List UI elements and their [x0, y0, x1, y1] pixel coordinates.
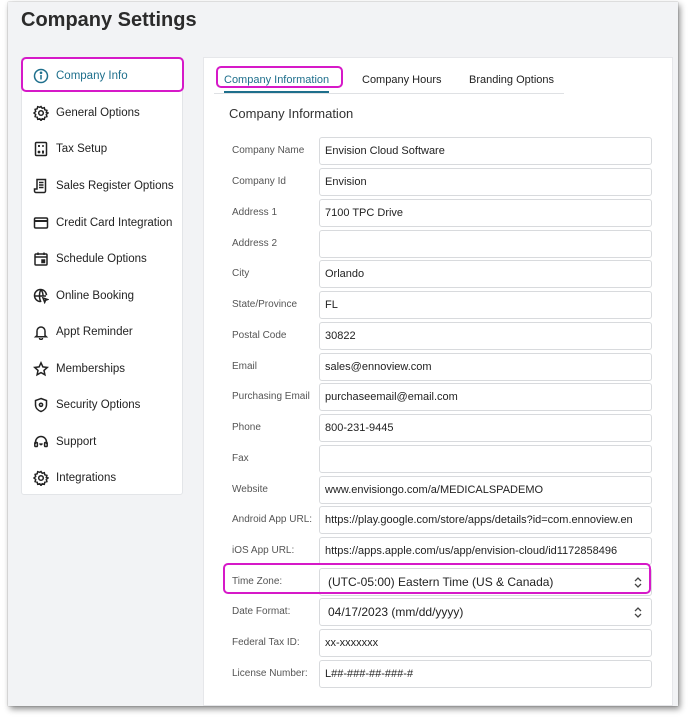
sidebar-item-security-options[interactable]: Security Options — [22, 388, 184, 422]
settings-sidebar: Company Info General Options Tax Setup S… — [21, 57, 183, 495]
tab-company-information[interactable]: Company Information — [224, 68, 330, 93]
sidebar-item-integrations[interactable]: Integrations — [22, 461, 184, 495]
settings-window: Company Settings Company Info General Op… — [8, 2, 678, 706]
address-2-label: Address 2 — [232, 238, 278, 249]
sidebar-item-label: Sales Register Options — [56, 180, 174, 192]
tab-company-hours[interactable]: Company Hours — [362, 68, 441, 93]
address-1-label: Address 1 — [232, 207, 278, 218]
credit-card-icon — [32, 214, 50, 232]
company-name-label: Company Name — [232, 145, 305, 156]
chevron-up-down-icon — [634, 576, 642, 589]
state-label: State/Province — [232, 299, 298, 310]
star-icon — [32, 360, 50, 378]
sidebar-item-general-options[interactable]: General Options — [22, 96, 184, 130]
fax-field[interactable] — [319, 445, 652, 473]
time-zone-value: (UTC-05:00) Eastern Time (US & Canada) — [328, 575, 554, 589]
email-field[interactable] — [319, 353, 652, 381]
sidebar-item-label: Company Info — [56, 70, 128, 82]
time-zone-select[interactable]: (UTC-05:00) Eastern Time (US & Canada) — [319, 568, 652, 596]
info-icon — [32, 67, 50, 85]
purchasing-email-field[interactable] — [319, 383, 652, 411]
address-2-field[interactable] — [319, 230, 652, 258]
sidebar-item-label: Security Options — [56, 399, 141, 411]
email-label: Email — [232, 361, 258, 372]
city-field[interactable] — [319, 260, 652, 288]
shield-icon — [32, 396, 50, 414]
sidebar-item-sales-register-options[interactable]: Sales Register Options — [22, 169, 184, 203]
bell-icon — [32, 323, 50, 341]
sidebar-item-credit-card-integration[interactable]: Credit Card Integration — [22, 206, 184, 240]
page-title: Company Settings — [21, 9, 197, 31]
website-label: Website — [232, 484, 268, 495]
website-field[interactable] — [319, 476, 652, 504]
android-app-url-label: Android App URL: — [232, 514, 313, 525]
sidebar-item-label: Support — [56, 436, 97, 448]
sidebar-item-label: Appt Reminder — [56, 326, 133, 338]
sidebar-item-label: Integrations — [56, 472, 117, 484]
time-zone-label: Time Zone: — [232, 576, 283, 587]
sidebar-item-label: Online Booking — [56, 290, 134, 302]
company-id-field[interactable] — [319, 168, 652, 196]
ios-app-url-field[interactable] — [319, 537, 652, 565]
license-number-field[interactable] — [319, 660, 652, 688]
postal-code-field[interactable] — [319, 322, 652, 350]
date-format-label: Date Format: — [232, 606, 291, 617]
address-1-field[interactable] — [319, 199, 652, 227]
android-app-url-field[interactable] — [319, 506, 652, 534]
calendar-icon — [32, 250, 50, 268]
sidebar-item-company-info[interactable]: Company Info — [22, 59, 184, 93]
date-format-select[interactable]: 04/17/2023 (mm/dd/yyyy) — [319, 598, 652, 626]
calculator-icon — [32, 140, 50, 158]
tab-branding-options[interactable]: Branding Options — [469, 68, 554, 93]
sidebar-item-tax-setup[interactable]: Tax Setup — [22, 132, 184, 166]
sidebar-item-label: Tax Setup — [56, 143, 108, 155]
federal-tax-id-label: Federal Tax ID: — [232, 637, 300, 648]
license-number-label: License Number: — [232, 668, 308, 679]
sidebar-item-schedule-options[interactable]: Schedule Options — [22, 242, 184, 276]
company-info-panel: Company Information Company Hours Brandi… — [203, 57, 673, 706]
sidebar-item-appt-reminder[interactable]: Appt Reminder — [22, 315, 184, 349]
chevron-up-down-icon — [634, 606, 642, 619]
date-format-value: 04/17/2023 (mm/dd/yyyy) — [328, 605, 464, 619]
headset-icon — [32, 433, 50, 451]
phone-field[interactable] — [319, 414, 652, 442]
phone-label: Phone — [232, 422, 261, 433]
gear-icon — [32, 469, 50, 487]
fax-label: Fax — [232, 453, 249, 464]
sidebar-item-support[interactable]: Support — [22, 425, 184, 459]
sidebar-item-label: Credit Card Integration — [56, 217, 173, 229]
sidebar-item-online-booking[interactable]: Online Booking — [22, 279, 184, 313]
section-title: Company Information — [229, 106, 354, 121]
sidebar-item-label: General Options — [56, 107, 140, 119]
sidebar-item-label: Memberships — [56, 363, 126, 375]
purchasing-email-label: Purchasing Email — [232, 391, 310, 402]
ios-app-url-label: iOS App URL: — [232, 545, 295, 556]
tab-bar: Company Information Company Hours Brandi… — [214, 68, 564, 94]
company-name-field[interactable] — [319, 137, 652, 165]
federal-tax-id-field[interactable] — [319, 629, 652, 657]
sidebar-item-label: Schedule Options — [56, 253, 147, 265]
postal-code-label: Postal Code — [232, 330, 287, 341]
gear-icon — [32, 104, 50, 122]
sidebar-item-memberships[interactable]: Memberships — [22, 352, 184, 386]
company-id-label: Company Id — [232, 176, 286, 187]
state-field[interactable] — [319, 291, 652, 319]
globe-cursor-icon — [32, 287, 50, 305]
receipt-icon — [32, 177, 50, 195]
city-label: City — [232, 268, 250, 279]
